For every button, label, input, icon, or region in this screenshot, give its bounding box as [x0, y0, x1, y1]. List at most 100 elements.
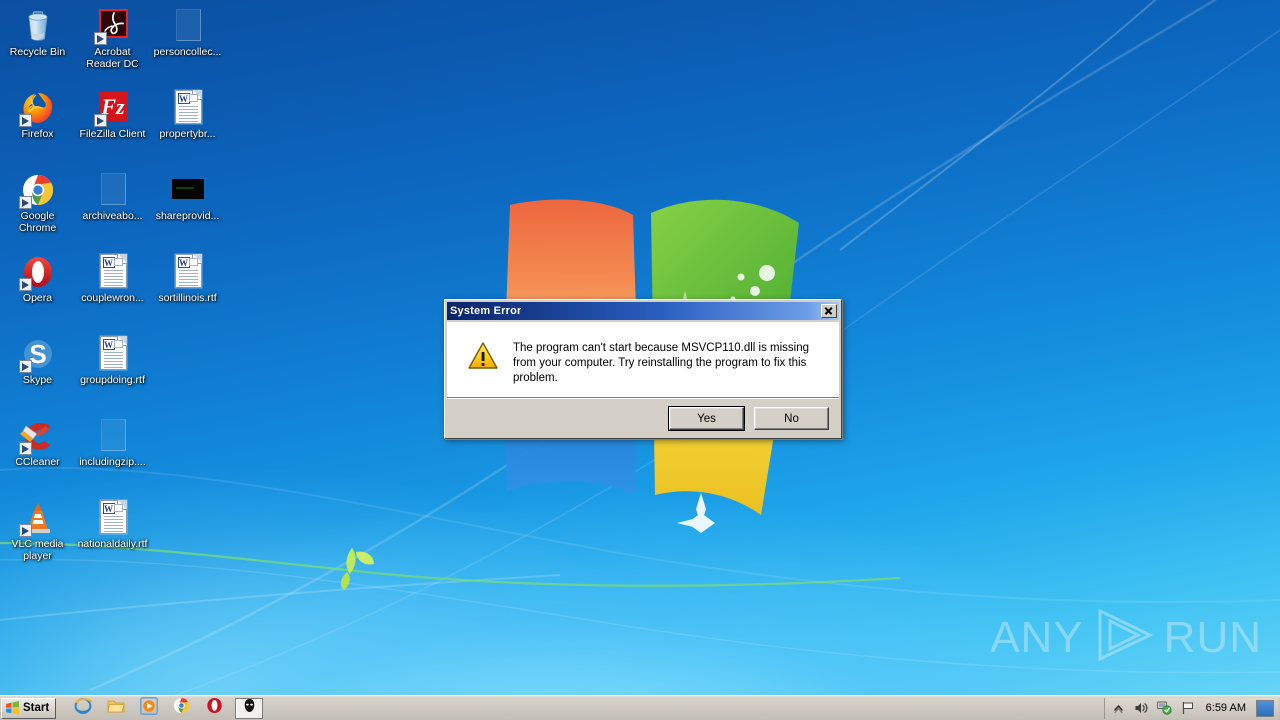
rtf-document-icon: W — [170, 90, 206, 126]
desktop-icon-google-chrome[interactable]: Google Chrome — [0, 168, 75, 250]
desktop-icon-label: personcollec... — [153, 46, 222, 58]
dark-mask-icon — [242, 698, 257, 718]
recycle-bin-icon — [20, 8, 56, 44]
desktop-icon-includingzip[interactable]: includingzip.... — [75, 414, 150, 496]
filezilla-icon: Fz — [93, 90, 131, 127]
windows-explorer-icon — [107, 698, 125, 719]
taskbar[interactable]: Start 6:59 AM — [0, 695, 1280, 720]
desktop-icon-row: Google Chrome archiveabo... shareprovid.… — [0, 168, 230, 250]
start-label: Start — [23, 702, 50, 714]
shortcut-overlay-icon — [18, 196, 32, 209]
shortcut-overlay-icon — [18, 442, 32, 455]
skype-icon: S — [18, 336, 56, 373]
taskbar-internet-explorer[interactable] — [66, 697, 99, 719]
close-icon[interactable] — [821, 304, 837, 318]
vlc-icon — [18, 500, 56, 537]
desktop-icon-shareprovid[interactable]: shareprovid... — [150, 168, 225, 250]
tray-volume[interactable] — [1134, 700, 1150, 716]
empty-slot — [170, 336, 206, 372]
desktop-icon-recycle-bin[interactable]: Recycle Bin — [0, 4, 75, 86]
desktop-icon-empty-3 — [150, 496, 225, 578]
shortcut-overlay-icon — [18, 114, 32, 127]
desktop-icon-nationaldaily-rtf[interactable]: W nationaldaily.rtf — [75, 496, 150, 578]
desktop-icon-label: Skype — [22, 374, 53, 386]
desktop-icon-empty-1 — [150, 332, 225, 414]
system-error-dialog[interactable]: System Error The program can't start bec… — [444, 299, 842, 439]
shortcut-overlay-icon — [93, 32, 107, 45]
taskbar-media-player[interactable] — [132, 696, 165, 720]
chrome-icon — [173, 697, 190, 719]
desktop-icon-opera[interactable]: Opera — [0, 250, 75, 332]
desktop-icon-label: VLC media player — [11, 538, 64, 562]
start-button[interactable]: Start — [1, 697, 57, 719]
desktop-icon-propertybr[interactable]: W propertybr... — [150, 86, 225, 168]
desktop-icon-row: VLC media player W nationaldaily.rtf — [0, 496, 230, 578]
blank-page-icon — [170, 8, 206, 44]
desktop-icon-skype[interactable]: S Skype — [0, 332, 75, 414]
play-triangle-icon — [1092, 607, 1156, 668]
desktop-icon-row: S Skype W groupdoing.rtf — [0, 332, 230, 414]
desktop-icon-label: propertybr... — [159, 128, 216, 140]
dialog-no-button[interactable]: No — [754, 407, 829, 430]
desktop-icon-firefox[interactable]: Firefox — [0, 86, 75, 168]
desktop-icon-groupdoing-rtf[interactable]: W groupdoing.rtf — [75, 332, 150, 414]
desktop-icon-empty-2 — [150, 414, 225, 496]
desktop-icon-label: includingzip.... — [79, 456, 146, 468]
acrobat-reader-icon — [93, 8, 131, 45]
system-tray[interactable]: 6:59 AM — [1103, 697, 1278, 719]
taskbar-chrome[interactable] — [165, 697, 198, 719]
shortcut-overlay-icon — [93, 114, 107, 127]
dialog-titlebar[interactable]: System Error — [447, 302, 839, 320]
ccleaner-icon — [18, 418, 56, 455]
rtf-document-icon: W — [95, 500, 131, 536]
black-rect-icon — [170, 172, 206, 208]
dialog-message: The program can't start because MSVCP110… — [513, 342, 809, 384]
desktop-icon-ccleaner[interactable]: CCleaner — [0, 414, 75, 496]
desktop-icon-row: CCleaner includingzip.... — [0, 414, 230, 496]
desktop[interactable]: Recycle Bin Acrobat Reader DC personcoll… — [0, 0, 1280, 720]
desktop-icon-label: couplewron... — [81, 292, 144, 304]
warning-triangle-icon — [467, 340, 499, 372]
blank-page-icon — [95, 172, 131, 208]
taskbar-clock[interactable]: 6:59 AM — [1203, 702, 1249, 714]
tray-network[interactable] — [1157, 700, 1173, 716]
desktop-icon-label: shareprovid... — [155, 210, 220, 222]
dialog-body: The program can't start because MSVCP110… — [447, 322, 839, 398]
tray-show-hidden-icons[interactable] — [1111, 700, 1127, 716]
taskbar-task-active[interactable] — [235, 697, 264, 719]
desktop-icon-label: Firefox — [21, 128, 54, 140]
desktop-icon-acrobat-reader-dc[interactable]: Acrobat Reader DC — [75, 4, 150, 86]
desktop-icon-label: FileZilla Client — [79, 128, 146, 140]
empty-slot — [170, 418, 206, 454]
desktop-icon-label: Google Chrome — [18, 210, 57, 234]
opera-icon — [206, 697, 223, 719]
dialog-title: System Error — [450, 305, 522, 317]
taskbar-windows-explorer[interactable] — [99, 697, 132, 719]
opera-icon — [18, 254, 56, 291]
taskbar-opera[interactable] — [198, 697, 231, 719]
rtf-document-icon: W — [95, 254, 131, 290]
empty-slot — [170, 500, 206, 536]
desktop-icon-row: Recycle Bin Acrobat Reader DC personcoll… — [0, 4, 230, 86]
quick-launch-bar[interactable] — [66, 696, 264, 720]
desktop-icon-personcollec[interactable]: personcollec... — [150, 4, 225, 86]
show-desktop-button[interactable] — [1256, 699, 1274, 717]
media-player-icon — [139, 696, 158, 720]
desktop-icon-vlc-media-player[interactable]: VLC media player — [0, 496, 75, 578]
shortcut-overlay-icon — [18, 278, 32, 291]
chrome-icon — [18, 172, 56, 209]
desktop-icon-label: nationaldaily.rtf — [77, 538, 148, 550]
desktop-icon-sortillinois-rtf[interactable]: W sortillinois.rtf — [150, 250, 225, 332]
dialog-yes-button[interactable]: Yes — [668, 406, 745, 431]
desktop-icon-label: sortillinois.rtf — [158, 292, 217, 304]
desktop-icon-label: archiveabo... — [82, 210, 143, 222]
desktop-icon-grid: Recycle Bin Acrobat Reader DC personcoll… — [0, 4, 230, 578]
dialog-footer: Yes No — [447, 398, 839, 438]
desktop-icon-filezilla-client[interactable]: Fz FileZilla Client — [75, 86, 150, 168]
shortcut-overlay-icon — [18, 524, 32, 537]
desktop-icon-couplewron[interactable]: W couplewron... — [75, 250, 150, 332]
desktop-icon-archiveabo[interactable]: archiveabo... — [75, 168, 150, 250]
watermark-text-run: RUN — [1163, 612, 1262, 662]
tray-action-center[interactable] — [1180, 700, 1196, 716]
desktop-icon-label: Opera — [22, 292, 53, 304]
